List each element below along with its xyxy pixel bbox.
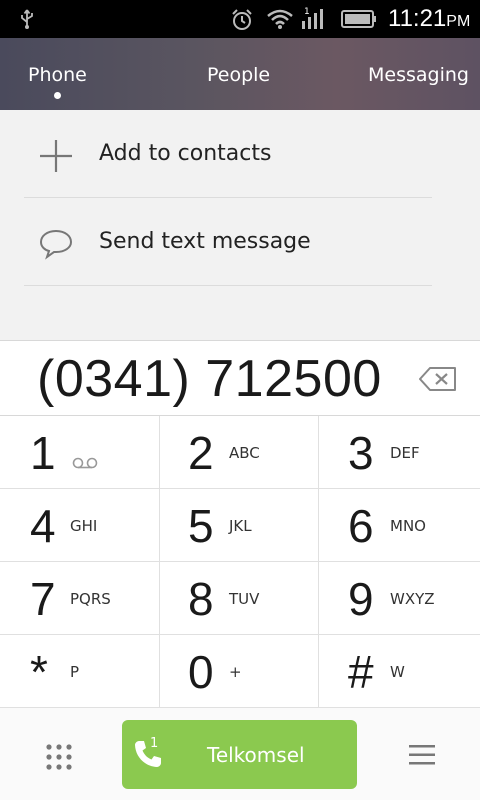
key-letters: PQRS <box>70 590 111 608</box>
key-0[interactable]: 0 + <box>159 635 319 708</box>
key-5[interactable]: 5 JKL <box>159 489 319 562</box>
phone-icon <box>135 741 161 767</box>
key-letters: WXYZ <box>390 590 435 608</box>
active-tab-indicator <box>54 92 61 99</box>
usb-icon <box>21 9 33 29</box>
key-letters: MNO <box>390 517 426 535</box>
key-7[interactable]: 7 PQRS <box>0 562 160 635</box>
tab-bar: Phone People Messaging <box>0 38 480 110</box>
plus-icon <box>40 140 72 172</box>
signal-icon: 1 <box>302 7 323 29</box>
call-carrier-label: Telkomsel <box>207 743 305 767</box>
key-1[interactable]: 1 <box>0 416 160 489</box>
tab-phone[interactable]: Phone <box>28 64 87 86</box>
call-sim-number: 1 <box>150 736 159 751</box>
tab-messaging[interactable]: Messaging <box>368 64 469 86</box>
key-letters: TUV <box>229 590 260 608</box>
dialed-number[interactable]: (0341) 712500 <box>37 349 382 409</box>
add-to-contacts-label: Add to contacts <box>99 141 272 166</box>
number-display: (0341) 712500 <box>0 340 480 416</box>
key-digit: 4 <box>30 500 56 552</box>
dialer-action-bar: 1 Telkomsel <box>0 708 480 800</box>
key-digit: 0 <box>188 646 214 698</box>
clock-ampm: PM <box>446 13 471 30</box>
key-letters: P <box>70 663 80 681</box>
send-text-message-row[interactable]: Send text message <box>24 198 432 286</box>
voicemail-icon <box>72 457 98 469</box>
key-letters: JKL <box>229 517 252 535</box>
key-digit: 3 <box>348 427 374 479</box>
menu-icon[interactable] <box>408 742 436 768</box>
add-to-contacts-row[interactable]: Add to contacts <box>24 110 432 198</box>
key-6[interactable]: 6 MNO <box>318 489 480 562</box>
key-9[interactable]: 9 WXYZ <box>318 562 480 635</box>
alarm-icon <box>232 9 252 30</box>
key-8[interactable]: 8 TUV <box>159 562 319 635</box>
dialpad: 1 2 ABC 3 DEF 4 GHI 5 JKL 6 MNO 7 PQRS 8… <box>0 416 480 708</box>
key-star[interactable]: * P <box>0 635 160 708</box>
key-digit: 5 <box>188 500 214 552</box>
key-letters: DEF <box>390 444 420 462</box>
tab-people[interactable]: People <box>207 64 270 86</box>
key-digit: 9 <box>348 573 374 625</box>
key-digit: 2 <box>188 427 214 479</box>
key-letters: GHI <box>70 517 98 535</box>
key-digit: 6 <box>348 500 374 552</box>
clock-time: 11:21 <box>388 5 447 32</box>
wifi-icon <box>267 9 293 29</box>
key-3[interactable]: 3 DEF <box>318 416 480 489</box>
key-digit: 8 <box>188 573 214 625</box>
status-clock: 11:21PM <box>388 5 470 33</box>
dialer-suggestions: Add to contacts Send text message <box>0 110 480 340</box>
key-2[interactable]: 2 ABC <box>159 416 319 489</box>
key-hash[interactable]: # W <box>318 635 480 708</box>
key-letters: W <box>390 663 405 681</box>
battery-icon <box>341 10 376 28</box>
key-letters: ABC <box>229 444 260 462</box>
status-bar: 1 11:21PM <box>0 0 480 38</box>
key-4[interactable]: 4 GHI <box>0 489 160 562</box>
speech-bubble-icon <box>39 229 73 260</box>
send-text-message-label: Send text message <box>99 229 311 254</box>
key-digit: # <box>348 646 374 698</box>
key-letters: + <box>229 663 242 681</box>
dialpad-grid-icon[interactable] <box>44 742 74 772</box>
key-digit: 1 <box>30 427 56 479</box>
call-button[interactable]: 1 Telkomsel <box>122 720 357 789</box>
key-digit: * <box>30 646 48 698</box>
signal-sim-label: 1 <box>304 7 310 17</box>
backspace-icon[interactable] <box>418 365 458 393</box>
key-digit: 7 <box>30 573 56 625</box>
